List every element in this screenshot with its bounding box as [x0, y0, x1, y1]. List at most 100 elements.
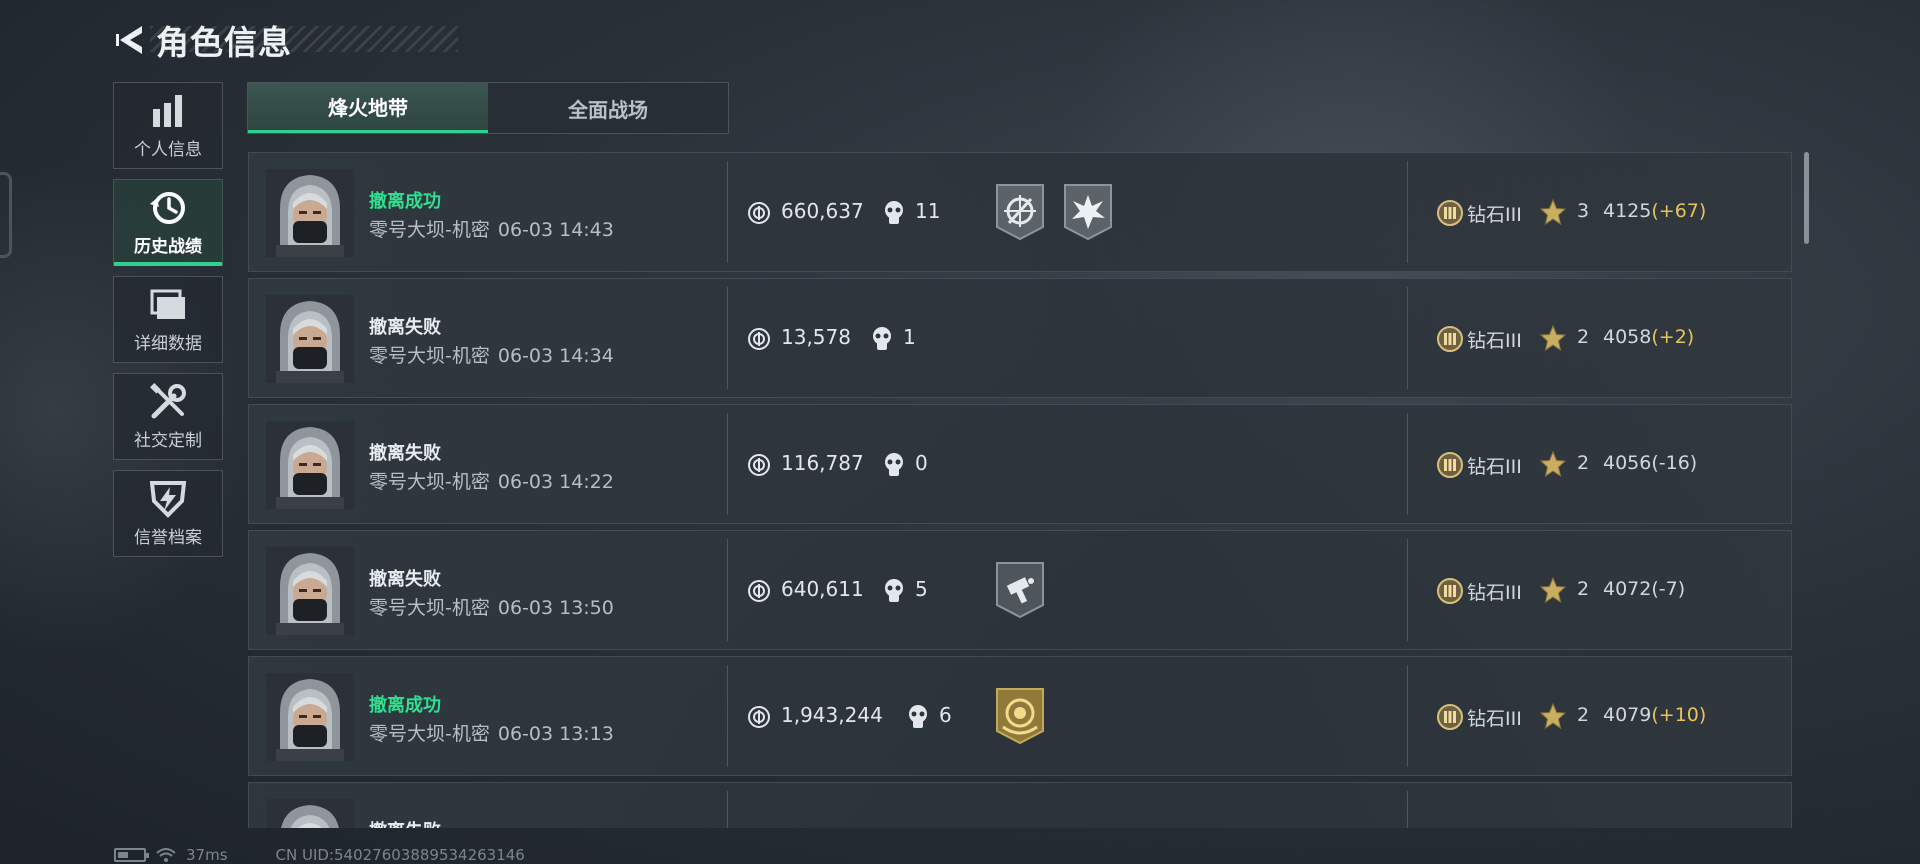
extraction-status: 撤离成功 — [369, 191, 441, 212]
match-row[interactable]: 撤离失败 — [248, 782, 1792, 828]
kill-count: 6 — [939, 703, 952, 727]
loot-value: 13,578 — [781, 325, 851, 349]
score-delta: (+10) — [1651, 704, 1707, 726]
coin-icon — [747, 327, 771, 351]
match-history-list: 撤离成功 零号大坝-机密 06-03 14:43 660,637 11 钻石III 3 412… — [248, 152, 1792, 828]
nav-label: 个人信息 — [134, 140, 202, 160]
rank-name: 钻石III — [1467, 330, 1522, 352]
coin-icon — [747, 579, 771, 603]
rank-score: 4079(+10) — [1603, 704, 1706, 726]
hammer-badge-icon[interactable] — [993, 559, 1047, 621]
match-time: 06-03 14:43 — [497, 219, 614, 241]
score-value: 4058 — [1603, 326, 1652, 348]
extraction-status: 撤离失败 — [369, 817, 441, 828]
column-divider — [1407, 413, 1408, 515]
column-divider — [1407, 665, 1408, 767]
diamond-rank-icon — [1435, 199, 1465, 227]
match-row[interactable]: 撤离失败 零号大坝-机密 06-03 14:22 116,787 0 钻石III 2 4056… — [248, 404, 1792, 524]
match-row[interactable]: 撤离成功 零号大坝-机密 06-03 13:13 1,943,244 6 钻石III 2 40… — [248, 656, 1792, 776]
skull-icon — [871, 326, 893, 352]
match-row[interactable]: 撤离失败 零号大坝-机密 06-03 14:34 13,578 1 钻石III 2 4058(… — [248, 278, 1792, 398]
mode-tabs: 烽火地带 全面战场 — [247, 82, 729, 134]
star-count: 2 — [1577, 704, 1590, 726]
battery-icon — [114, 848, 149, 862]
explosion-badge-icon[interactable] — [1061, 181, 1115, 243]
map-name: 零号大坝-机密 — [369, 345, 490, 367]
side-edge-decoration — [0, 172, 12, 258]
skull-icon — [883, 452, 905, 478]
star-count: 2 — [1577, 326, 1590, 348]
bar-chart-icon — [148, 91, 188, 131]
star-count: 2 — [1577, 578, 1590, 600]
match-row[interactable]: 撤离失败 零号大坝-机密 06-03 13:50 640,611 5 钻石III 2 4072… — [248, 530, 1792, 650]
column-divider — [727, 161, 728, 263]
column-divider — [1407, 287, 1408, 389]
diamond-rank-icon — [1435, 325, 1465, 353]
operator-avatar — [266, 421, 354, 509]
nav-label: 社交定制 — [134, 431, 202, 451]
nav-item-social-custom[interactable]: 社交定制 — [113, 373, 223, 460]
column-divider — [1407, 161, 1408, 263]
skull-icon — [883, 200, 905, 226]
rank-score: 4072(-7) — [1603, 578, 1685, 600]
scrollbar[interactable] — [1804, 152, 1809, 244]
star-icon — [1539, 450, 1567, 478]
status-footer: 37ms CN UID:540276038895342631​46 — [114, 846, 525, 864]
nav-label: 详细数据 — [134, 334, 202, 354]
extraction-status: 撤离失败 — [369, 443, 441, 464]
rank-score: 4125(+67) — [1603, 200, 1706, 222]
nav-item-detailed-data[interactable]: 详细数据 — [113, 276, 223, 363]
score-value: 4079 — [1603, 704, 1652, 726]
tab-firezone[interactable]: 烽火地带 — [248, 83, 488, 133]
star-count: 3 — [1577, 200, 1590, 222]
extraction-status: 撤离失败 — [369, 569, 441, 590]
map-name: 零号大坝-机密 — [369, 471, 490, 493]
star-icon — [1539, 576, 1567, 604]
match-row[interactable]: 撤离成功 零号大坝-机密 06-03 14:43 660,637 11 钻石III 3 412… — [248, 152, 1792, 272]
score-delta: (-16) — [1651, 452, 1698, 474]
operator-avatar — [266, 295, 354, 383]
map-and-time: 零号大坝-机密 06-03 14:43 — [369, 215, 614, 242]
column-divider — [727, 791, 728, 828]
ping-value: 37ms — [186, 846, 228, 864]
page-header: 角色信息 — [112, 16, 292, 64]
loot-value: 640,611 — [781, 577, 864, 601]
shield-bolt-icon — [148, 479, 188, 519]
clock-history-icon — [148, 188, 188, 228]
gold-emblem-badge-icon[interactable] — [993, 685, 1047, 747]
match-time: 06-03 13:13 — [497, 723, 614, 745]
map-name: 零号大坝-机密 — [369, 219, 490, 241]
page-title: 角色信息 — [156, 23, 292, 62]
map-and-time: 零号大坝-机密 06-03 14:34 — [369, 341, 614, 368]
operator-avatar — [266, 673, 354, 761]
crosshair-badge-icon[interactable] — [993, 181, 1047, 243]
score-delta: (-7) — [1651, 578, 1686, 600]
nav-item-history[interactable]: 历史战绩 — [113, 179, 223, 266]
player-uid: CN UID:540276038895342631​46 — [275, 846, 525, 864]
loot-value: 660,637 — [781, 199, 864, 223]
coin-icon — [747, 201, 771, 225]
wifi-icon — [156, 847, 176, 863]
column-divider — [727, 413, 728, 515]
diamond-rank-icon — [1435, 577, 1465, 605]
coin-icon — [747, 705, 771, 729]
operator-avatar — [266, 547, 354, 635]
match-time: 06-03 13:50 — [497, 597, 614, 619]
map-and-time: 零号大坝-机密 06-03 13:50 — [369, 593, 614, 620]
map-name: 零号大坝-机密 — [369, 723, 490, 745]
nav-item-reputation[interactable]: 信誉档案 — [113, 470, 223, 557]
nav-label: 历史战绩 — [134, 237, 202, 257]
score-value: 4056 — [1603, 452, 1652, 474]
match-time: 06-03 14:34 — [497, 345, 614, 367]
tab-battlefield[interactable]: 全面战场 — [488, 83, 728, 133]
rank-score: 4056(-16) — [1603, 452, 1697, 474]
back-arrow-icon[interactable] — [112, 20, 148, 60]
column-divider — [727, 665, 728, 767]
coin-icon — [747, 453, 771, 477]
loot-value: 1,943,244 — [781, 703, 883, 727]
score-delta: (+67) — [1651, 200, 1707, 222]
rank-score: 4058(+2) — [1603, 326, 1694, 348]
rank-name: 钻石III — [1467, 456, 1522, 478]
tools-icon — [148, 382, 188, 422]
nav-item-personal-info[interactable]: 个人信息 — [113, 82, 223, 169]
